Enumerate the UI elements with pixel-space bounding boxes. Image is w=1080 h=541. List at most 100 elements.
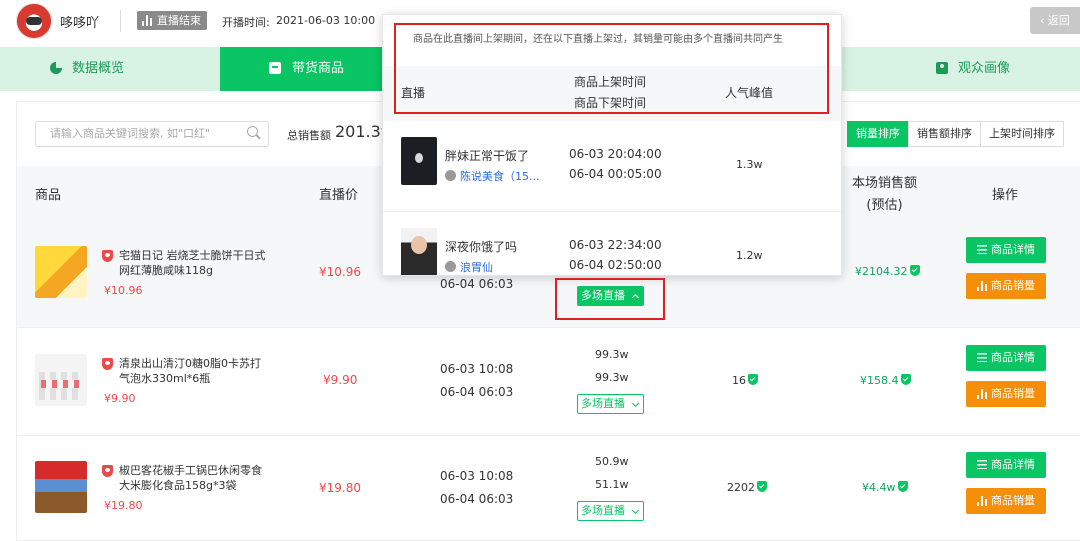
verified-icon: [748, 374, 758, 385]
promo-price: ¥9.90: [104, 392, 136, 405]
popup-col-peak: 人气峰值: [725, 86, 774, 100]
product-sales-button[interactable]: 商品销量: [966, 273, 1046, 299]
peak-value-2: 51.1w: [595, 478, 629, 491]
tab-goods-label: 带货商品: [292, 61, 345, 76]
search-input[interactable]: 请输入商品关键词搜索, 如"口红": [35, 121, 269, 147]
multi-live-button[interactable]: 多场直播: [577, 286, 644, 306]
popup-notice: 商品在此直播间上架期间，还在以下直播上架过，其销量可能由多个直播间共同产生: [413, 34, 783, 45]
product-thumbnail: [35, 461, 87, 513]
detail-label: 商品详情: [991, 243, 1035, 256]
peak-value-2: 99.3w: [595, 371, 629, 384]
verified-icon: [757, 481, 767, 492]
search-icon[interactable]: [247, 126, 258, 137]
chevron-up-icon: [631, 293, 640, 302]
tab-overview-label: 数据概览: [72, 61, 125, 76]
live-status-badge: 直播结束: [137, 11, 207, 30]
sales-amount-value: ¥4.4w: [862, 481, 896, 494]
popup-col-times: 商品上架时间 商品下架时间: [574, 72, 646, 114]
live-name: 深夜你饿了吗: [445, 240, 518, 254]
sales-label: 商品销量: [991, 279, 1035, 292]
live-price: ¥10.96: [319, 265, 361, 279]
tab-goods[interactable]: 带货商品: [220, 47, 382, 91]
live-source[interactable]: 陈说美食（15...: [445, 168, 540, 184]
popup-col-off: 商品下架时间: [574, 96, 647, 110]
header-sales: 本场销售额 (预估): [852, 173, 917, 217]
product-detail-button[interactable]: 商品详情: [966, 237, 1046, 263]
multi-live-label: 多场直播: [581, 289, 625, 302]
detail-label: 商品详情: [991, 458, 1035, 471]
header-operation: 操作: [992, 188, 1019, 203]
list-icon: [977, 353, 987, 362]
sort-by-volume-button[interactable]: 销量排序: [847, 121, 909, 147]
total-sales-label: 总销售额: [287, 129, 331, 142]
live-cover: [401, 228, 437, 275]
sales-amount: ¥158.4: [860, 374, 911, 387]
sales-amount-value: ¥158.4: [860, 374, 899, 387]
shield-icon: [102, 465, 113, 477]
popup-header: 直播 商品上架时间 商品下架时间 人气峰值: [383, 66, 841, 121]
table-row: 椒巴客花椒手工锅巴休闲零食大米膨化食品158g*3袋 ¥19.80 ¥19.80…: [17, 435, 1080, 541]
chevron-down-icon: [631, 506, 640, 515]
sales-count: 2202: [727, 481, 767, 494]
tab-audience-label: 观众画像: [958, 61, 1011, 76]
tab-audience[interactable]: 观众画像: [936, 47, 1011, 91]
store-avatar: [16, 3, 52, 39]
sort-by-listing-time-button[interactable]: 上架时间排序: [980, 121, 1064, 147]
sales-amount-value: ¥2104.32: [855, 265, 908, 278]
popup-col-live: 直播: [401, 86, 426, 100]
live-time-on: 06-03 20:04:00: [569, 147, 662, 161]
sales-amount: ¥2104.32: [855, 265, 920, 278]
live-peak: 1.3w: [736, 158, 763, 171]
header-goods: 商品: [35, 188, 62, 203]
start-time-label: 开播时间:: [222, 16, 270, 29]
header-sales-line1: 本场销售额: [852, 176, 918, 191]
live-cover: [401, 137, 437, 185]
live-name: 胖妹正常干饭了: [445, 149, 530, 163]
back-label: 返回: [1047, 14, 1070, 27]
multi-live-button[interactable]: 多场直播: [577, 501, 644, 521]
bar-chart-icon: [977, 389, 987, 399]
user-card-icon: [936, 62, 948, 74]
product-thumbnail: [35, 246, 87, 298]
product-detail-button[interactable]: 商品详情: [966, 345, 1046, 371]
sales-count-value: 16: [732, 374, 746, 387]
sales-amount: ¥4.4w: [862, 481, 908, 494]
product-detail-button[interactable]: 商品详情: [966, 452, 1046, 478]
popup-col-on: 商品上架时间: [574, 75, 647, 89]
popup-list-item[interactable]: 胖妹正常干饭了 陈说美食（15... 06-03 20:04:00 06-04 …: [383, 121, 841, 211]
sales-label: 商品销量: [991, 387, 1035, 400]
sales-count: 16: [732, 374, 758, 387]
product-sales-button[interactable]: 商品销量: [966, 381, 1046, 407]
peak-value-1: 50.9w: [595, 455, 629, 468]
live-time-on: 06-03 22:34:00: [569, 238, 662, 252]
bar-chart-icon: [977, 281, 987, 291]
promo-price: ¥19.80: [104, 499, 143, 512]
time-on: 06-03 10:08: [440, 362, 514, 376]
pie-chart-icon: [50, 62, 62, 74]
product-thumbnail: [35, 354, 87, 406]
product-title[interactable]: 宅猫日记 岩烧芝士脆饼干日式网红薄脆咸味118g: [119, 248, 269, 278]
streamer-avatar: [445, 170, 456, 181]
popup-list-item[interactable]: 深夜你饿了吗 浪胃仙 06-03 22:34:00 06-04 02:50:00…: [383, 211, 841, 275]
time-off: 06-04 06:03: [440, 277, 514, 291]
store-name: 哆哆吖: [60, 16, 100, 31]
tab-overview[interactable]: 数据概览: [50, 47, 125, 91]
product-sales-button[interactable]: 商品销量: [966, 488, 1046, 514]
verified-icon: [897, 481, 908, 492]
back-button[interactable]: ‹ 返回: [1030, 7, 1080, 34]
live-price: ¥19.80: [319, 481, 361, 495]
multi-live-button[interactable]: 多场直播: [577, 394, 644, 414]
shopping-bag-icon: [269, 62, 281, 74]
live-price: ¥9.90: [323, 373, 358, 387]
live-source[interactable]: 浪胃仙: [445, 259, 493, 275]
product-title[interactable]: 清泉出山清汀0糖0脂0卡苏打气泡水330ml*6瓶: [119, 356, 269, 386]
streamer-avatar: [445, 261, 456, 272]
sort-by-revenue-button[interactable]: 销售额排序: [908, 121, 981, 147]
bar-chart-icon: [977, 496, 987, 506]
multi-live-label: 多场直播: [581, 397, 625, 410]
time-on: 06-03 10:08: [440, 469, 514, 483]
live-time-off: 06-04 02:50:00: [569, 258, 662, 272]
detail-label: 商品详情: [991, 351, 1035, 364]
product-title[interactable]: 椒巴客花椒手工锅巴休闲零食大米膨化食品158g*3袋: [119, 463, 269, 493]
multi-live-popup: 商品在此直播间上架期间，还在以下直播上架过，其销量可能由多个直播间共同产生 直播…: [382, 14, 842, 276]
